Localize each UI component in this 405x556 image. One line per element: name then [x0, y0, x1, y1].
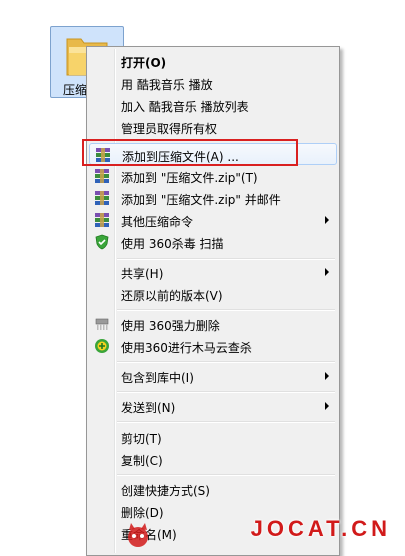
menu-separator — [117, 391, 335, 393]
menu-item-open[interactable]: 打开(O) — [89, 50, 337, 72]
360-trojan-icon — [95, 339, 109, 353]
menu-item-label: 使用 360杀毒 扫描 — [121, 237, 224, 251]
menu-item-label: 使用360进行木马云查杀 — [121, 341, 252, 355]
menu-item-label: 创建快捷方式(S) — [121, 484, 210, 498]
menu-item-restore-versions[interactable]: 还原以前的版本(V) — [89, 283, 337, 305]
menu-item-label: 使用 360强力删除 — [121, 319, 220, 333]
submenu-arrow-icon — [325, 268, 329, 276]
menu-item-360-force-delete[interactable]: 使用 360强力删除 — [89, 313, 337, 335]
menu-item-label: 添加到压缩文件(A) ... — [122, 150, 239, 164]
winrar-icon — [95, 213, 109, 227]
360-shield-icon — [95, 234, 109, 250]
menu-item-label: 添加到 "压缩文件.zip"(T) — [121, 171, 258, 185]
winrar-icon — [95, 169, 109, 183]
menu-item-add-to-zip[interactable]: 添加到 "压缩文件.zip"(T) — [89, 165, 337, 187]
menu-item-label: 剪切(T) — [121, 432, 162, 446]
menu-item-360-scan[interactable]: 使用 360杀毒 扫描 — [89, 231, 337, 253]
menu-item-label: 复制(C) — [121, 454, 163, 468]
menu-item-label: 管理员取得所有权 — [121, 122, 218, 136]
menu-item-360-trojan-scan[interactable]: 使用360进行木马云查杀 — [89, 335, 337, 357]
menu-separator — [117, 258, 335, 260]
context-menu: 打开(O) 用 酷我音乐 播放 加入 酷我音乐 播放列表 管理员取得所有权 添加… — [86, 46, 340, 556]
menu-separator — [117, 309, 335, 311]
menu-item-add-to-zip-email[interactable]: 添加到 "压缩文件.zip" 并邮件 — [89, 187, 337, 209]
menu-item-kuwo-playlist[interactable]: 加入 酷我音乐 播放列表 — [89, 94, 337, 116]
menu-item-include-library[interactable]: 包含到库中(I) — [89, 365, 337, 387]
menu-item-label: 删除(D) — [121, 506, 164, 520]
menu-item-share[interactable]: 共享(H) — [89, 261, 337, 283]
menu-item-label: 包含到库中(I) — [121, 371, 194, 385]
menu-item-other-compress[interactable]: 其他压缩命令 — [89, 209, 337, 231]
menu-item-label: 用 酷我音乐 播放 — [121, 78, 213, 92]
submenu-arrow-icon — [325, 402, 329, 410]
menu-item-label: 添加到 "压缩文件.zip" 并邮件 — [121, 193, 281, 207]
menu-item-label: 共享(H) — [121, 267, 164, 281]
menu-item-label: 打开(O) — [121, 56, 167, 70]
menu-item-add-to-archive[interactable]: 添加到压缩文件(A) ... — [89, 143, 337, 165]
watermark-text: JOCAT.CN — [250, 516, 391, 541]
menu-item-label: 还原以前的版本(V) — [121, 289, 223, 303]
menu-separator — [117, 361, 335, 363]
submenu-arrow-icon — [325, 372, 329, 380]
menu-item-label: 加入 酷我音乐 播放列表 — [121, 100, 249, 114]
menu-item-cut[interactable]: 剪切(T) — [89, 426, 337, 448]
menu-item-label: 发送到(N) — [121, 401, 176, 415]
submenu-arrow-icon — [325, 216, 329, 224]
menu-separator — [117, 421, 335, 423]
cat-logo-icon — [128, 523, 148, 547]
menu-item-create-shortcut[interactable]: 创建快捷方式(S) — [89, 478, 337, 500]
menu-separator — [117, 474, 335, 476]
menu-item-copy[interactable]: 复制(C) — [89, 448, 337, 470]
winrar-icon — [96, 148, 110, 162]
menu-item-kuwo-play[interactable]: 用 酷我音乐 播放 — [89, 72, 337, 94]
menu-item-take-ownership[interactable]: 管理员取得所有权 — [89, 116, 337, 138]
menu-item-send-to[interactable]: 发送到(N) — [89, 395, 337, 417]
shredder-icon — [95, 318, 109, 330]
folder-label: 压缩 — [63, 83, 88, 97]
winrar-icon — [95, 191, 109, 205]
menu-item-label: 其他压缩命令 — [121, 215, 194, 229]
